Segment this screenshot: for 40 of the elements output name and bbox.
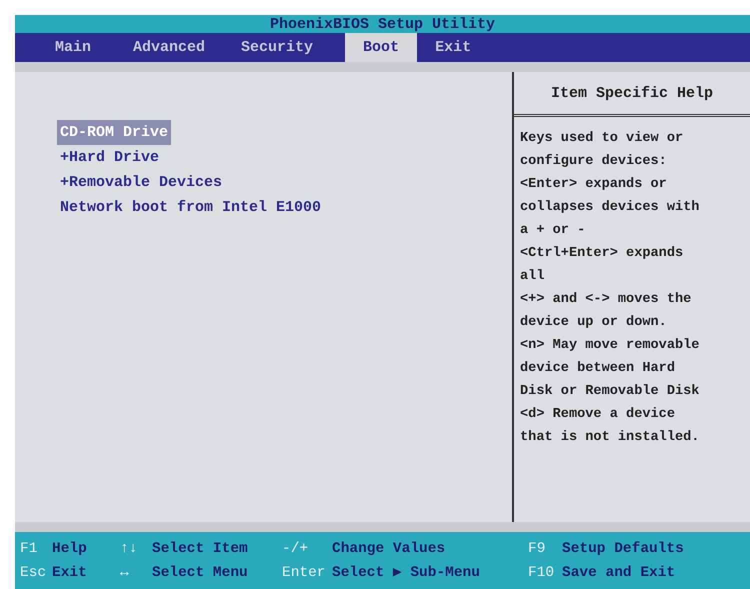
key-label: -/+ xyxy=(282,540,310,558)
key-action: Select Menu xyxy=(152,564,249,582)
help-text-line: device between Hard xyxy=(520,360,676,378)
key-action: Help xyxy=(52,540,88,558)
help-text-line: <d> Remove a device xyxy=(520,406,676,424)
help-text-line: Keys used to view or xyxy=(520,130,684,148)
menu-tab[interactable]: Boot xyxy=(345,33,418,62)
help-text-line: <Ctrl+Enter> expands xyxy=(520,245,684,263)
help-text-line: all xyxy=(520,268,546,286)
key-label: Esc xyxy=(20,564,48,582)
key-action: Change Values xyxy=(332,540,446,558)
key-label: F10 xyxy=(528,564,556,582)
menu-tab[interactable]: Advanced xyxy=(115,33,224,62)
menu-tab[interactable]: Main xyxy=(37,33,110,62)
key-action: Select ▶ Sub-Menu xyxy=(332,564,481,582)
help-text-line: that is not installed. xyxy=(520,429,700,447)
help-text-line: a + or - xyxy=(520,222,586,240)
key-action: Save and Exit xyxy=(562,564,676,582)
key-label: ↔ xyxy=(120,564,130,582)
key-label: Enter xyxy=(282,564,327,582)
key-label: ↑↓ xyxy=(120,540,138,558)
help-text-line: <Enter> expands or xyxy=(520,176,668,194)
menu-tab[interactable]: Security xyxy=(223,33,332,62)
help-text-line: Disk or Removable Disk xyxy=(520,383,700,401)
key-label: F9 xyxy=(528,540,546,558)
menu-tab[interactable]: Exit xyxy=(417,33,490,62)
help-title: Item Specific Help xyxy=(514,72,750,117)
key-action: Exit xyxy=(52,564,88,582)
help-text-line: <n> May move removable xyxy=(520,337,700,355)
boot-device-item[interactable]: +Removable Devices xyxy=(57,170,226,195)
window-title: PhoenixBIOS Setup Utility xyxy=(270,16,496,32)
boot-device-item[interactable]: Network boot from Intel E1000 xyxy=(57,195,324,220)
help-text-line: configure devices: xyxy=(520,153,668,171)
help-text-line: collapses devices with xyxy=(520,199,700,217)
help-text-line: device up or down. xyxy=(520,314,668,332)
key-action: Setup Defaults xyxy=(562,540,685,558)
key-action: Select Item xyxy=(152,540,249,558)
help-text-line: <+> and <-> moves the xyxy=(520,291,692,309)
key-label: F1 xyxy=(20,540,38,558)
boot-device-item[interactable]: +Hard Drive xyxy=(57,145,162,170)
